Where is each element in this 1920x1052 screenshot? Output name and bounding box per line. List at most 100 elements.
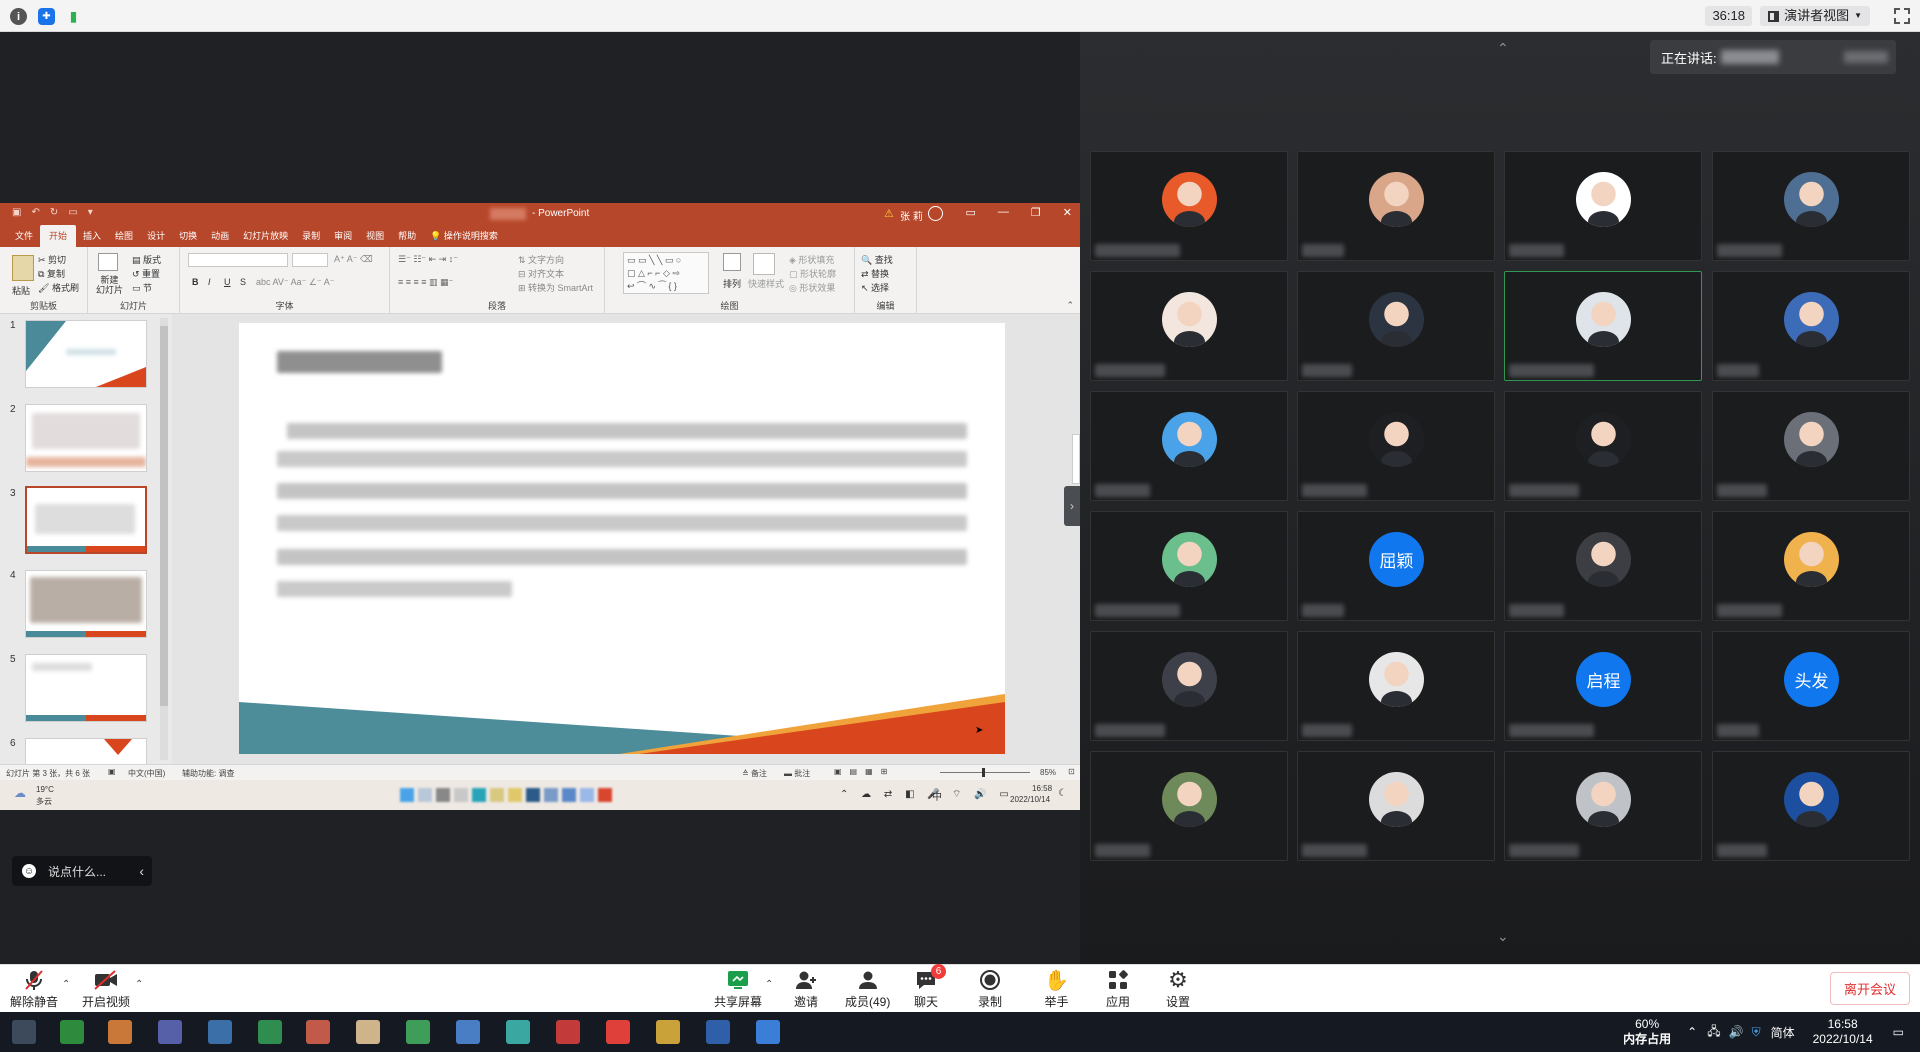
slide-thumbnail-5[interactable]: [25, 654, 147, 722]
tab-animations[interactable]: 动画: [204, 229, 236, 247]
participant-tile[interactable]: [1504, 751, 1702, 861]
tab-record[interactable]: 录制: [295, 229, 327, 247]
security-icon[interactable]: ⛨: [1752, 1025, 1761, 1040]
chevron-up-icon[interactable]: ⌃: [765, 979, 773, 990]
shield-icon[interactable]: ✚: [38, 8, 55, 25]
memory-usage[interactable]: 60% 内存占用: [1623, 1017, 1671, 1047]
present-icon[interactable]: ▭: [68, 207, 77, 218]
participant-tile[interactable]: [1297, 271, 1495, 381]
zoom-slider[interactable]: [940, 768, 1030, 777]
app-icon[interactable]: [490, 788, 504, 802]
chat-button[interactable]: 6 聊天: [914, 964, 946, 1010]
members-button[interactable]: 成员(49): [845, 969, 890, 1010]
chevron-left-icon[interactable]: ‹: [139, 863, 144, 879]
signal-icon[interactable]: ▮: [65, 8, 82, 25]
copy-button[interactable]: ⧉ 复制: [38, 267, 65, 280]
app-icon[interactable]: [606, 1020, 630, 1044]
paste-icon[interactable]: [12, 255, 34, 281]
shape-outline-button[interactable]: ▢ 形状轮廓: [789, 267, 836, 280]
participant-tile[interactable]: [1090, 511, 1288, 621]
list-buttons[interactable]: ☰⁻ ☷⁻ ⇤ ⇥ ↕⁻: [398, 254, 458, 265]
fullscreen-icon[interactable]: [1894, 8, 1910, 24]
tab-design[interactable]: 设计: [140, 229, 172, 247]
tab-review[interactable]: 审阅: [327, 229, 359, 247]
participant-tile[interactable]: [1504, 511, 1702, 621]
participant-tile[interactable]: [1090, 631, 1288, 741]
user-avatar-icon[interactable]: [928, 206, 943, 221]
app-icon[interactable]: [258, 1020, 282, 1044]
app-icon[interactable]: [400, 788, 414, 802]
inner-ime[interactable]: 中: [932, 788, 942, 803]
tab-home[interactable]: 开始: [40, 225, 77, 247]
app-icon[interactable]: [506, 1020, 530, 1044]
clock[interactable]: 16:58 2022/10/14: [1813, 1017, 1873, 1047]
notification-icon[interactable]: ☾: [1058, 788, 1067, 799]
unmute-button[interactable]: 解除静音: [10, 969, 58, 1010]
format-painter-button[interactable]: 🖌 格式刷: [38, 281, 79, 294]
participant-tile[interactable]: [1712, 751, 1910, 861]
customize-icon[interactable]: ▾: [88, 207, 93, 218]
app-icon[interactable]: [508, 788, 522, 802]
app-icon[interactable]: [472, 788, 486, 802]
share-screen-button[interactable]: 共享屏幕: [714, 969, 762, 1010]
app-icon[interactable]: [406, 1020, 430, 1044]
section-button[interactable]: ▭ 节: [132, 281, 152, 294]
paste-button[interactable]: 粘贴: [12, 284, 30, 297]
start-video-button[interactable]: 开启视频: [82, 969, 130, 1010]
participant-tile[interactable]: [1090, 391, 1288, 501]
participant-tile[interactable]: [1712, 511, 1910, 621]
chevron-up-icon[interactable]: ⌃: [1687, 1025, 1697, 1039]
app-icon[interactable]: [526, 788, 540, 802]
slide-thumbnail-2[interactable]: [25, 404, 147, 472]
current-slide[interactable]: ➤: [239, 323, 1005, 754]
raise-hand-button[interactable]: ✋ 举手: [1044, 969, 1069, 1010]
thumbnails-scrollbar[interactable]: [160, 318, 168, 760]
participant-tile[interactable]: [1504, 391, 1702, 501]
app-icon[interactable]: [598, 788, 612, 802]
participant-tile[interactable]: [1504, 151, 1702, 261]
participant-tile[interactable]: 头发: [1712, 631, 1910, 741]
participant-tile[interactable]: [1090, 751, 1288, 861]
reset-button[interactable]: ↺ 重置: [132, 267, 160, 280]
app-icon[interactable]: [306, 1020, 330, 1044]
start-icon[interactable]: [12, 1020, 36, 1044]
participant-tile[interactable]: 启程: [1504, 631, 1702, 741]
participant-tile[interactable]: [1297, 391, 1495, 501]
chevron-up-icon[interactable]: ⌃: [135, 979, 143, 990]
more-font-buttons[interactable]: abc AV⁻ Aa⁻ ∠⁻ A⁻: [256, 277, 334, 288]
underline-button[interactable]: U: [224, 277, 231, 287]
info-icon[interactable]: i: [10, 8, 27, 25]
record-button[interactable]: 录制: [978, 969, 1002, 1010]
chevron-up-icon[interactable]: ⌃: [62, 979, 70, 990]
ime-indicator[interactable]: 简体: [1771, 1024, 1795, 1041]
chevron-right-icon[interactable]: ›: [1064, 486, 1080, 526]
app-icon[interactable]: [158, 1020, 182, 1044]
quick-styles-button[interactable]: 快速样式: [748, 277, 784, 290]
app-icon[interactable]: [456, 1020, 480, 1044]
new-slide-button[interactable]: 新建 幻灯片: [96, 275, 123, 295]
tell-me-search[interactable]: 💡 操作说明搜索: [423, 229, 505, 247]
new-slide-icon[interactable]: [98, 253, 118, 271]
accessibility-status[interactable]: 辅助功能: 调查: [182, 768, 234, 779]
app-icon[interactable]: [60, 1020, 84, 1044]
restore-icon[interactable]: ❐: [1031, 206, 1041, 219]
tab-file[interactable]: 文件: [8, 229, 40, 247]
text-direction-button[interactable]: ⇅ 文字方向: [518, 253, 564, 266]
chevron-down-icon[interactable]: ⌄: [1497, 928, 1509, 945]
app-icon[interactable]: [556, 1020, 580, 1044]
app-icon[interactable]: [208, 1020, 232, 1044]
bold-button[interactable]: B: [192, 277, 199, 287]
app-icon[interactable]: [562, 788, 576, 802]
tab-slideshow[interactable]: 幻灯片放映: [236, 229, 295, 247]
chevron-up-icon[interactable]: ⌃: [1497, 40, 1509, 57]
participant-tile[interactable]: [1504, 271, 1702, 381]
tab-insert[interactable]: 插入: [76, 229, 108, 247]
shape-fill-button[interactable]: ◈ 形状填充: [789, 253, 834, 266]
font-name-select[interactable]: [188, 253, 288, 267]
ribbon-display-icon[interactable]: ▭: [966, 206, 976, 219]
shape-effects-button[interactable]: ◎ 形状效果: [789, 281, 835, 294]
redo-icon[interactable]: ↻: [50, 207, 58, 218]
slide-thumbnail-1[interactable]: [25, 320, 147, 388]
participant-tile[interactable]: [1712, 391, 1910, 501]
smartart-button[interactable]: ⊞ 转换为 SmartArt: [518, 281, 593, 294]
